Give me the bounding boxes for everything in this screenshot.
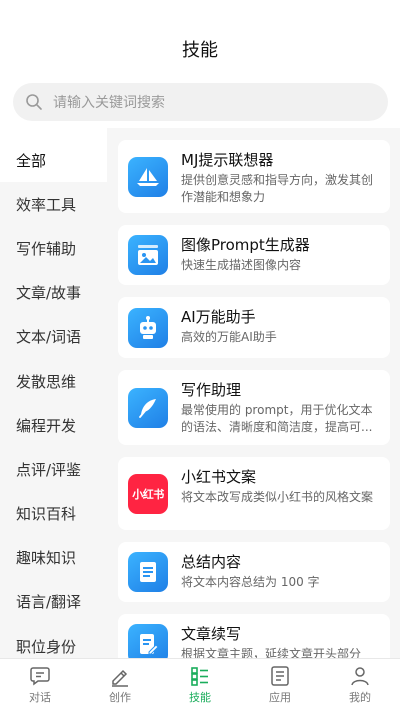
sidebar-item-label: 职位身份 [16,637,77,656]
skill-card-ai-assistant[interactable]: AI万能助手 高效的万能AI助手 [118,297,390,358]
sidebar-item-text[interactable]: 文本/词语 [0,315,107,359]
skill-desc: 提供创意灵感和指导方向，激发其创作潜能和想象力 [181,173,374,204]
skill-name: AI万能助手 [181,308,256,326]
sidebar-item-label: 文本/词语 [16,328,82,347]
xiaohongshu-logo-text: 小红书 [132,487,164,501]
bottom-tab-bar: 对话 创作 技能 应用 我的 [0,658,400,711]
skill-list: MJ提示联想器 提供创意灵感和指导方向，激发其创作潜能和想象力 图像Prompt… [107,128,400,658]
image-icon [128,235,168,275]
tab-profile[interactable]: 我的 [320,659,400,711]
header: 技能 [0,0,400,80]
sidebar-item-label: 编程开发 [16,416,77,435]
search-input[interactable]: 请输入关键词搜索 [53,92,165,112]
sidebar-item-label: 发散思维 [16,372,77,391]
sidebar-item-label: 写作辅助 [16,239,77,258]
sidebar-item-language[interactable]: 语言/翻译 [0,580,107,624]
skill-name: MJ提示联想器 [181,151,274,169]
tab-apps[interactable]: 应用 [240,659,320,711]
skill-name: 文章续写 [181,625,242,643]
sidebar-item-label: 知识百科 [16,505,77,524]
skill-desc: 高效的万能AI助手 [181,330,277,344]
sidebar-item-label: 效率工具 [16,195,77,214]
document-icon [128,552,168,592]
skill-desc: 最常使用的 prompt，用于优化文本的语法、清晰度和简洁度，提高可... [181,403,373,434]
app-list-icon [271,666,289,686]
chat-icon [30,667,50,686]
edit-document-icon [128,624,168,658]
tab-chat[interactable]: 对话 [0,659,80,711]
tab-create[interactable]: 创作 [80,659,160,711]
sailboat-icon [128,156,168,197]
tab-label: 创作 [109,691,131,704]
tab-label: 技能 [189,691,211,704]
skill-card-xiaohongshu[interactable]: 小红书 小红书文案 将文本改写成类似小红书的风格文案 [118,457,390,530]
sidebar-item-label: 文章/故事 [16,284,82,303]
skill-name: 总结内容 [181,553,242,571]
sidebar-item-label: 语言/翻译 [16,593,82,612]
sidebar-item-programming[interactable]: 编程开发 [0,403,107,447]
feather-icon [128,387,168,428]
sidebar-item-articles[interactable]: 文章/故事 [0,271,107,315]
skill-list-icon [191,667,208,686]
sidebar-item-efficiency[interactable]: 效率工具 [0,182,107,226]
sidebar-item-roles[interactable]: 职位身份 [0,624,107,658]
sidebar-item-label: 全部 [16,151,47,170]
tab-label: 应用 [269,691,291,704]
category-sidebar: 全部 效率工具 写作辅助 文章/故事 文本/词语 发散思维 编程开发 点评/评鉴… [0,138,107,658]
skill-card-writing-assistant[interactable]: 写作助理 最常使用的 prompt，用于优化文本的语法、清晰度和简洁度，提高可.… [118,370,390,445]
robot-icon [128,307,168,348]
skill-card-image-prompt[interactable]: 图像Prompt生成器 快速生成描述图像内容 [118,225,390,285]
skill-desc: 根据文章主题，延续文章开头部分 [181,647,362,658]
xiaohongshu-logo: 小红书 [128,473,168,514]
skill-name: 图像Prompt生成器 [181,236,310,254]
tab-skills[interactable]: 技能 [160,659,240,711]
search-bar[interactable]: 请输入关键词搜索 [13,83,388,121]
page-title: 技能 [182,40,218,61]
sidebar-item-thinking[interactable]: 发散思维 [0,359,107,403]
skill-desc: 快速生成描述图像内容 [181,258,302,272]
skill-desc: 将文本改写成类似小红书的风格文案 [181,490,374,504]
skill-card-continue-writing[interactable]: 文章续写 根据文章主题，延续文章开头部分 [118,614,390,658]
skill-card-mj-prompt[interactable]: MJ提示联想器 提供创意灵感和指导方向，激发其创作潜能和想象力 [118,140,390,213]
sidebar-item-label: 点评/评鉴 [16,460,82,479]
tab-label: 对话 [29,691,51,704]
sidebar-item-encyclopedia[interactable]: 知识百科 [0,492,107,536]
skill-name: 写作助理 [181,381,242,399]
skill-card-summarize[interactable]: 总结内容 将文本内容总结为 100 字 [118,542,390,602]
tab-label: 我的 [349,691,371,704]
search-icon [26,94,42,110]
skill-desc: 将文本内容总结为 100 字 [181,575,320,589]
pen-icon [112,669,128,687]
sidebar-item-fun-facts[interactable]: 趣味知识 [0,536,107,580]
skill-name: 小红书文案 [181,468,257,486]
sidebar-item-all[interactable]: 全部 [0,138,107,183]
sidebar-item-label: 趣味知识 [16,549,77,568]
sidebar-item-writing[interactable]: 写作辅助 [0,226,107,270]
sidebar-item-reviews[interactable]: 点评/评鉴 [0,447,107,491]
profile-icon [351,667,369,686]
